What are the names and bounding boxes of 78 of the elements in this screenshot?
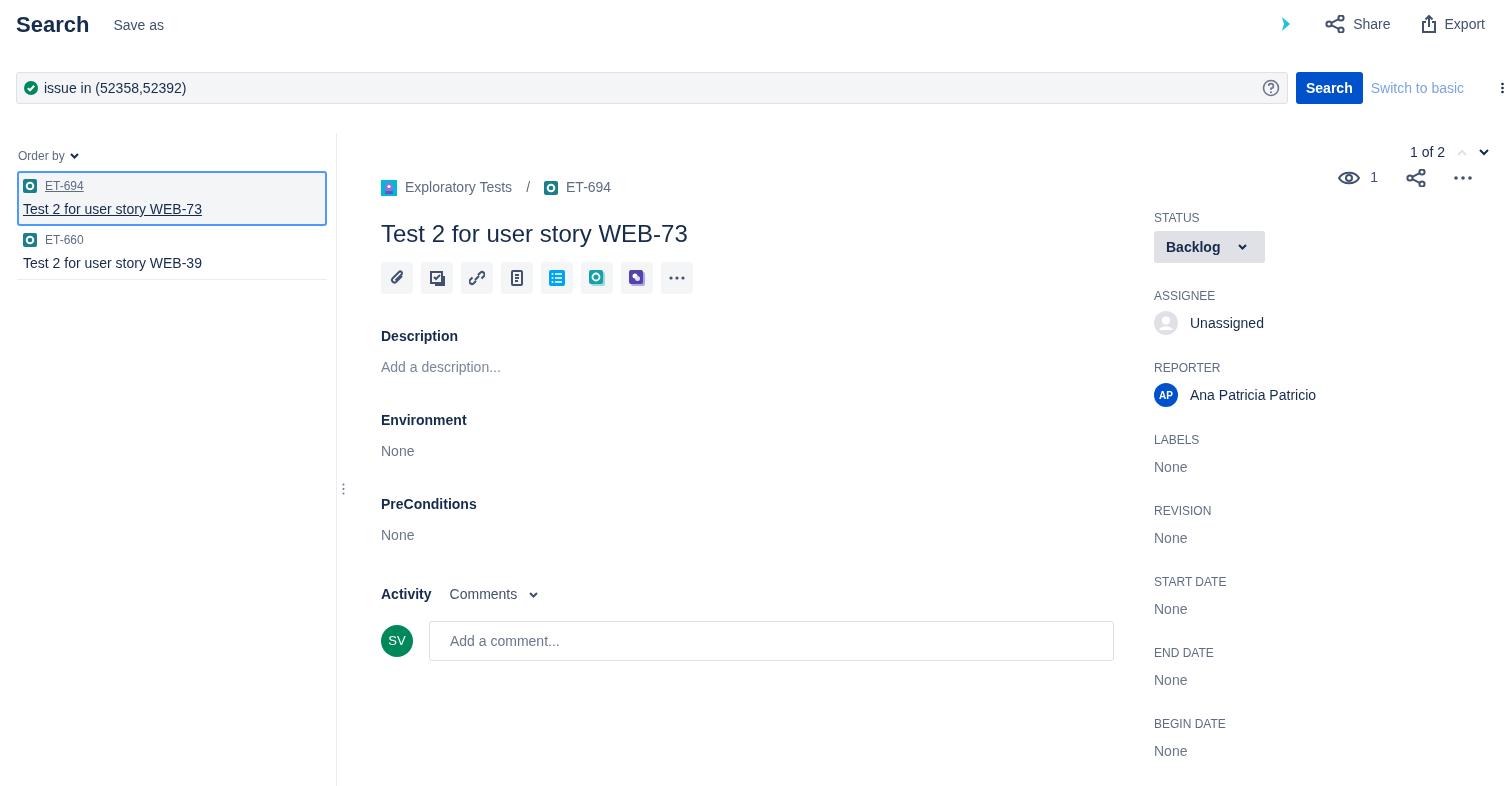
field-label: BEGIN DATE <box>1154 716 1227 733</box>
field-label: REPORTER <box>1154 360 1222 377</box>
pager-text: 1 of 2 <box>1409 143 1445 162</box>
export-icon <box>1420 15 1437 33</box>
test-issue-icon <box>23 233 37 247</box>
description-placeholder[interactable]: Add a description... <box>381 357 1114 378</box>
chevron-down-icon <box>529 591 539 598</box>
user-placeholder-icon <box>1154 311 1178 335</box>
project-avatar-icon <box>381 179 397 196</box>
link-icon <box>469 270 485 286</box>
attachment-button[interactable] <box>381 262 413 294</box>
checklist-icon <box>429 270 445 286</box>
link-button[interactable] <box>461 262 493 294</box>
issue-title[interactable]: Test 2 for user story WEB-73 <box>381 216 1114 252</box>
query-text: issue in (52358,52392) <box>44 78 187 98</box>
overlap-app-button[interactable] <box>621 262 653 294</box>
field-value[interactable]: None <box>1154 670 1484 691</box>
field-value[interactable]: None <box>1154 741 1484 762</box>
search-button[interactable]: Search <box>1296 72 1363 104</box>
user-avatar: SV <box>381 625 413 657</box>
test-issue-icon <box>23 179 37 193</box>
result-item[interactable]: ET-694 Test 2 for user story WEB-73 <box>17 171 327 226</box>
user-avatar: AP <box>1154 383 1178 407</box>
list-button[interactable] <box>541 262 573 294</box>
list-icon <box>549 270 565 286</box>
chevron-down-icon[interactable] <box>1479 149 1489 156</box>
section-heading: Environment <box>381 411 468 430</box>
field-label: LABELS <box>1154 432 1201 449</box>
share-icon <box>1325 15 1346 33</box>
save-as-button[interactable]: Save as <box>113 14 164 36</box>
section-heading: PreConditions <box>381 495 478 514</box>
resize-handle-icon[interactable] <box>342 483 345 495</box>
issue-summary: Test 2 for user story WEB-39 <box>23 254 203 273</box>
export-button[interactable]: Export <box>1420 13 1485 35</box>
field-label: STATUS <box>1154 210 1201 227</box>
test-issue-icon <box>544 180 558 195</box>
comments-filter-dropdown[interactable]: Comments <box>449 584 539 605</box>
issue-key-link[interactable]: ET-694 <box>45 177 84 195</box>
issue-key-link[interactable]: ET-660 <box>45 231 84 249</box>
status-dropdown[interactable]: Backlog <box>1154 231 1265 263</box>
field-value[interactable]: None <box>381 525 1114 546</box>
chevron-down-icon <box>69 153 79 159</box>
share-icon[interactable] <box>1406 168 1426 187</box>
more-icon[interactable] <box>1454 175 1472 180</box>
field-label: START DATE <box>1154 574 1228 591</box>
more-icon[interactable] <box>1501 82 1504 94</box>
document-icon <box>509 270 525 286</box>
field-value[interactable]: None <box>1154 528 1484 549</box>
test-app-button[interactable] <box>581 262 613 294</box>
issue-summary: Test 2 for user story WEB-73 <box>23 200 203 219</box>
field-label: REVISION <box>1154 503 1213 520</box>
document-button[interactable] <box>501 262 533 294</box>
issue-key-link[interactable]: ET-694 <box>566 177 612 198</box>
activity-heading: Activity <box>381 585 432 604</box>
eye-icon[interactable] <box>1338 169 1361 186</box>
breadcrumb-separator: / <box>526 178 530 197</box>
watcher-count: 1 <box>1370 168 1378 187</box>
page-title: Search <box>16 10 90 39</box>
project-link[interactable]: Exploratory Tests <box>405 177 513 198</box>
attachment-icon <box>389 270 405 286</box>
order-by-button[interactable]: Order by <box>18 147 79 165</box>
test-app-icon <box>589 270 605 286</box>
field-value[interactable]: None <box>381 441 1114 462</box>
person-name[interactable]: Unassigned <box>1190 312 1264 334</box>
share-button[interactable]: Share <box>1325 13 1391 35</box>
field-label: ASSIGNEE <box>1154 288 1217 305</box>
field-value[interactable]: None <box>1154 599 1484 620</box>
overlap-app-icon <box>629 270 645 286</box>
result-item[interactable]: ET-660 Test 2 for user story WEB-39 <box>17 226 327 280</box>
chevron-down-icon <box>1238 244 1248 250</box>
query-field[interactable]: issue in (52358,52392) <box>16 72 1288 104</box>
person-name[interactable]: Ana Patricia Patricio <box>1190 384 1317 406</box>
field-value[interactable]: None <box>1154 457 1484 478</box>
comment-field[interactable]: Add a comment... <box>429 621 1114 661</box>
checklist-button[interactable] <box>421 262 453 294</box>
section-heading: Description <box>381 327 459 346</box>
field-label: END DATE <box>1154 645 1215 662</box>
help-icon[interactable] <box>1262 79 1280 97</box>
